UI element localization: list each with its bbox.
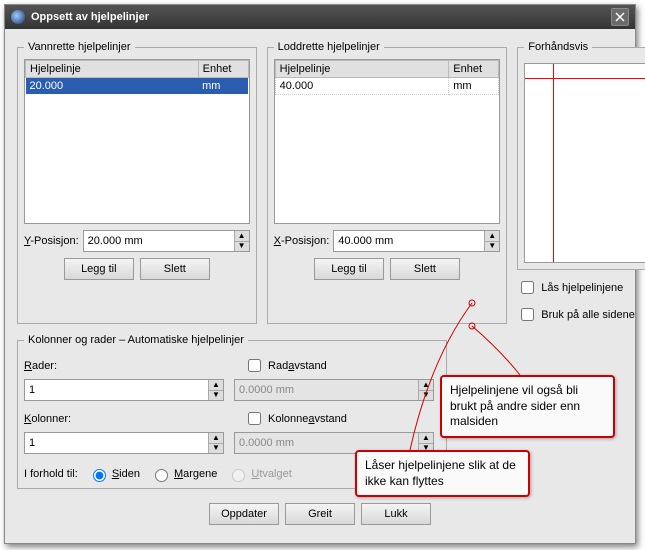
v-row-value: 40.000 xyxy=(275,78,449,95)
spinner-down[interactable]: ▼ xyxy=(235,242,249,252)
vertical-legend: Loddrette hjelpelinjer xyxy=(274,41,384,53)
rows-spinner[interactable]: ▲▼ xyxy=(24,379,224,401)
h-add-button[interactable]: Legg til xyxy=(64,258,134,280)
titlebar[interactable]: Oppsett av hjelpelinjer xyxy=(5,5,635,29)
spinner-down[interactable]: ▼ xyxy=(209,391,223,401)
close-button-bottom[interactable]: Lukk xyxy=(361,503,431,525)
row-gap-input[interactable] xyxy=(248,359,261,372)
h-delete-button[interactable]: Slett xyxy=(140,258,210,280)
x-position-spinner[interactable]: ▲▼ xyxy=(333,230,500,252)
horizontal-table[interactable]: Hjelpelinje Enhet 20.000 mm xyxy=(24,59,250,224)
lock-guides-label: Lås hjelpelinjene xyxy=(541,282,623,294)
col-gap-checkbox[interactable]: Kolonneavstand xyxy=(244,409,347,428)
row-gap-checkbox[interactable]: Radavstand xyxy=(244,356,327,375)
spinner-down[interactable]: ▼ xyxy=(485,242,499,252)
y-position-label: Y-Posisjon: xyxy=(24,235,79,247)
col-gap-label: Kolonneavstand xyxy=(268,413,347,425)
rows-input[interactable] xyxy=(25,380,208,400)
y-position-spinner[interactable]: ▲▼ xyxy=(83,230,250,252)
ok-button[interactable]: Greit xyxy=(285,503,355,525)
lock-guides-checkbox[interactable]: Lås hjelpelinjene xyxy=(517,278,645,297)
close-icon xyxy=(615,12,625,22)
refer-label: I forhold til: xyxy=(24,468,78,480)
refer-margins-radio[interactable]: Margene xyxy=(150,466,217,482)
spinner-up: ▲ xyxy=(419,380,433,391)
preview-canvas xyxy=(524,63,645,263)
dialog-window: Oppsett av hjelpelinjer Vannrette hjelpe… xyxy=(4,4,636,544)
auto-legend: Kolonner og rader – Automatiske hjelpeli… xyxy=(24,334,248,346)
refer-selection-radio: Utvalget xyxy=(227,466,291,482)
y-position-input[interactable] xyxy=(84,231,234,251)
v-row-unit: mm xyxy=(449,78,499,95)
spinner-up[interactable]: ▲ xyxy=(235,231,249,242)
v-col-unit[interactable]: Enhet xyxy=(449,61,499,78)
lock-guides-input[interactable] xyxy=(521,281,534,294)
x-position-label: X-Posisjon: xyxy=(274,235,330,247)
callout-apply-all: Hjelpelinjene vil også bli brukt på andr… xyxy=(440,375,615,438)
update-button[interactable]: Oppdater xyxy=(209,503,279,525)
row-gap-label: Radavstand xyxy=(268,360,327,372)
preview-group: Forhåndsvis xyxy=(517,41,645,270)
cols-spinner[interactable]: ▲▼ xyxy=(24,432,224,454)
h-col-unit[interactable]: Enhet xyxy=(198,61,248,78)
table-row[interactable]: 40.000 mm xyxy=(275,78,499,95)
table-row[interactable]: 20.000 mm xyxy=(26,78,249,95)
vertical-guides-group: Loddrette hjelpelinjer Hjelpelinje Enhet… xyxy=(267,41,508,324)
col-gap-input[interactable] xyxy=(248,412,261,425)
apply-all-checkbox[interactable]: Bruk på alle sidene xyxy=(517,305,645,324)
apply-all-label: Bruk på alle sidene xyxy=(541,309,635,321)
spinner-up: ▲ xyxy=(419,433,433,444)
row-gap-value-input xyxy=(235,380,418,400)
cols-input[interactable] xyxy=(25,433,208,453)
window-title: Oppsett av hjelpelinjer xyxy=(31,11,611,23)
preview-vguide xyxy=(553,64,554,262)
x-position-input[interactable] xyxy=(334,231,484,251)
horizontal-guides-group: Vannrette hjelpelinjer Hjelpelinje Enhet… xyxy=(17,41,257,324)
spinner-up[interactable]: ▲ xyxy=(209,380,223,391)
row-gap-spinner: ▲▼ xyxy=(234,379,434,401)
horizontal-legend: Vannrette hjelpelinjer xyxy=(24,41,135,53)
app-icon xyxy=(11,10,25,24)
spinner-up[interactable]: ▲ xyxy=(209,433,223,444)
apply-all-input[interactable] xyxy=(521,308,534,321)
h-row-unit: mm xyxy=(198,78,248,95)
v-add-button[interactable]: Legg til xyxy=(314,258,384,280)
v-col-guide[interactable]: Hjelpelinje xyxy=(275,61,449,78)
cols-label: Kolonner: xyxy=(24,413,104,425)
callout-lock: Låser hjelpelinjene slik at de ikke kan … xyxy=(355,450,530,497)
preview-hguide xyxy=(525,78,645,79)
spinner-down[interactable]: ▼ xyxy=(209,444,223,454)
close-button[interactable] xyxy=(611,8,629,26)
dialog-content: Vannrette hjelpelinjer Hjelpelinje Enhet… xyxy=(5,29,635,537)
vertical-table[interactable]: Hjelpelinje Enhet 40.000 mm xyxy=(274,59,501,224)
preview-legend: Forhåndsvis xyxy=(524,41,592,53)
h-col-guide[interactable]: Hjelpelinje xyxy=(26,61,199,78)
refer-page-radio[interactable]: Siden xyxy=(88,466,140,482)
spinner-up[interactable]: ▲ xyxy=(485,231,499,242)
rows-label: Rader: xyxy=(24,360,104,372)
h-row-value: 20.000 xyxy=(26,78,199,95)
v-delete-button[interactable]: Slett xyxy=(390,258,460,280)
spinner-down: ▼ xyxy=(419,391,433,401)
